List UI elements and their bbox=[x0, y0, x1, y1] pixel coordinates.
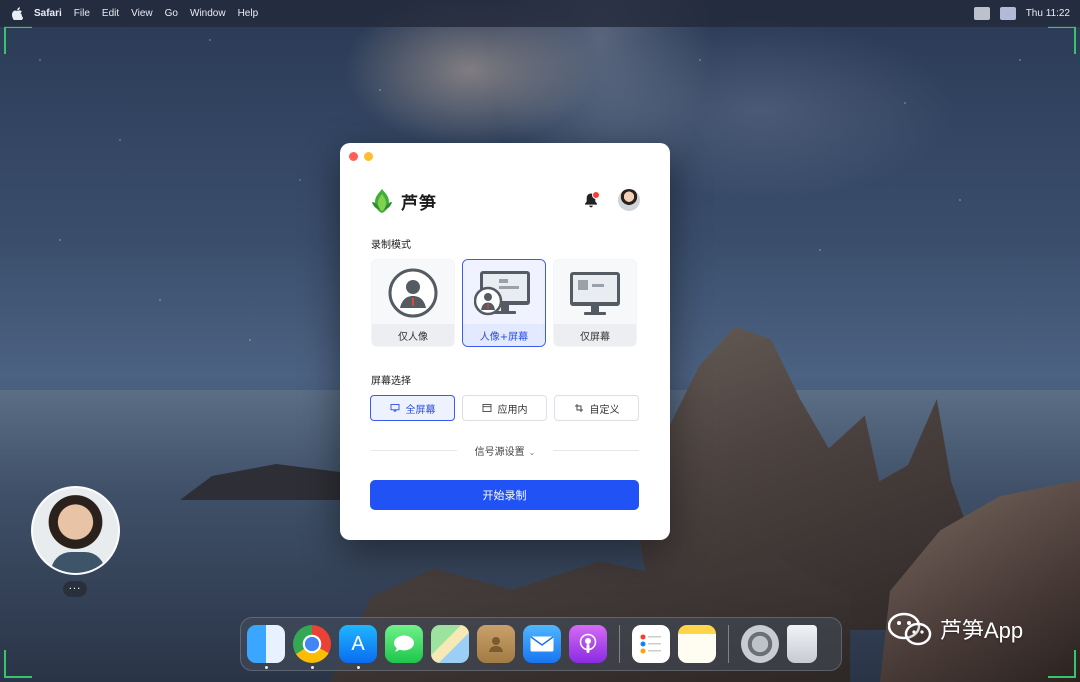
asparagus-logo-icon bbox=[371, 188, 393, 214]
running-indicator bbox=[265, 666, 268, 669]
screen-recorder-status-icon[interactable] bbox=[974, 7, 990, 20]
menu-clock[interactable]: Thu 11:22 bbox=[1026, 8, 1070, 19]
minimize-window-button[interactable] bbox=[364, 152, 373, 161]
app-window-icon bbox=[482, 404, 492, 412]
custom-area-option[interactable]: 自定义 bbox=[554, 395, 639, 421]
recording-frame-corner-top-right bbox=[1048, 26, 1076, 54]
in-app-option[interactable]: 应用内 bbox=[462, 395, 547, 421]
start-recording-button[interactable]: 开始录制 bbox=[370, 480, 639, 510]
person-with-monitor-icon bbox=[474, 268, 534, 318]
recorder-window: 芦笋 录制模式 仅人像 bbox=[340, 143, 670, 540]
webcam-more-button[interactable]: ··· bbox=[63, 581, 87, 597]
contacts-icon[interactable] bbox=[477, 625, 515, 663]
mode-screen-only[interactable]: 仅屏幕 bbox=[553, 259, 637, 347]
recording-frame-corner-bottom-left bbox=[4, 650, 32, 678]
mode-portrait-only[interactable]: 仅人像 bbox=[371, 259, 455, 347]
wechat-logo-icon bbox=[888, 612, 932, 646]
apple-menu-icon[interactable] bbox=[10, 7, 24, 21]
display-icon bbox=[390, 404, 400, 412]
speech-bubble-icon bbox=[393, 635, 415, 653]
window-controls bbox=[349, 152, 373, 161]
dock: A bbox=[240, 617, 842, 671]
running-indicator bbox=[311, 666, 314, 669]
running-indicator bbox=[357, 666, 360, 669]
in-app-option-label: 应用内 bbox=[498, 401, 528, 416]
signal-source-settings-toggle[interactable]: 信号源设置 ⌄ bbox=[457, 443, 553, 458]
mail-icon[interactable] bbox=[523, 625, 561, 663]
contact-card-icon bbox=[487, 634, 505, 654]
menu-file[interactable]: File bbox=[74, 8, 90, 19]
podcast-mic-icon bbox=[578, 633, 598, 655]
menu-view[interactable]: View bbox=[131, 8, 153, 19]
portrait-only-illustration bbox=[372, 260, 454, 326]
crop-icon bbox=[574, 404, 584, 412]
person-icon bbox=[388, 268, 438, 318]
checklist-icon bbox=[638, 631, 664, 657]
screen-selection-label: 屏幕选择 bbox=[371, 372, 411, 387]
recording-frame-corner-bottom-right bbox=[1048, 650, 1076, 678]
screen-only-illustration bbox=[554, 260, 636, 326]
chrome-icon[interactable] bbox=[293, 625, 331, 663]
menu-window[interactable]: Window bbox=[190, 8, 226, 19]
full-screen-option-label: 全屏幕 bbox=[406, 401, 436, 416]
portrait-and-screen-illustration bbox=[463, 260, 545, 326]
mode-portrait-and-screen-label: 人像+屏幕 bbox=[463, 324, 545, 346]
webcam-person-shirt bbox=[51, 552, 105, 575]
dock-separator bbox=[728, 625, 729, 663]
reminders-icon[interactable] bbox=[632, 625, 670, 663]
divider-left bbox=[371, 450, 457, 451]
trash-icon[interactable] bbox=[787, 625, 817, 663]
mode-portrait-and-screen[interactable]: 人像+屏幕 bbox=[462, 259, 546, 347]
system-preferences-icon[interactable] bbox=[741, 625, 779, 663]
notification-badge bbox=[592, 191, 600, 199]
notes-icon[interactable] bbox=[678, 625, 716, 663]
messages-icon[interactable] bbox=[385, 625, 423, 663]
envelope-icon bbox=[530, 636, 554, 652]
recording-mode-label: 录制模式 bbox=[371, 236, 411, 251]
mode-portrait-only-label: 仅人像 bbox=[372, 324, 454, 346]
custom-area-option-label: 自定义 bbox=[590, 401, 620, 416]
brand-name: 芦笋 bbox=[401, 189, 437, 214]
webcam-preview-bubble[interactable] bbox=[31, 486, 120, 575]
menu-help[interactable]: Help bbox=[238, 8, 259, 19]
brand: 芦笋 bbox=[371, 188, 437, 214]
podcasts-icon[interactable] bbox=[569, 625, 607, 663]
mode-screen-only-label: 仅屏幕 bbox=[554, 324, 636, 346]
watermark-text: 芦笋App bbox=[940, 613, 1023, 645]
menu-edit[interactable]: Edit bbox=[102, 8, 119, 19]
watermark: 芦笋App bbox=[888, 612, 1023, 646]
monitor-icon bbox=[567, 269, 623, 317]
maps-icon[interactable] bbox=[431, 625, 469, 663]
app-store-glyph: A bbox=[351, 633, 364, 656]
divider-right bbox=[553, 450, 639, 451]
app-status-icon[interactable] bbox=[1000, 7, 1016, 20]
menu-go[interactable]: Go bbox=[165, 8, 178, 19]
dock-separator bbox=[619, 625, 620, 663]
finder-icon[interactable] bbox=[247, 625, 285, 663]
full-screen-option[interactable]: 全屏幕 bbox=[370, 395, 455, 421]
app-store-icon[interactable]: A bbox=[339, 625, 377, 663]
menu-bar: Safari File Edit View Go Window Help Thu… bbox=[0, 0, 1080, 27]
menu-app-name[interactable]: Safari bbox=[34, 8, 62, 19]
close-window-button[interactable] bbox=[349, 152, 358, 161]
recording-frame-corner-top-left bbox=[4, 26, 32, 54]
chevron-down-icon: ⌄ bbox=[529, 448, 536, 457]
user-avatar[interactable] bbox=[618, 189, 640, 211]
signal-source-settings-label: 信号源设置 bbox=[475, 447, 525, 458]
